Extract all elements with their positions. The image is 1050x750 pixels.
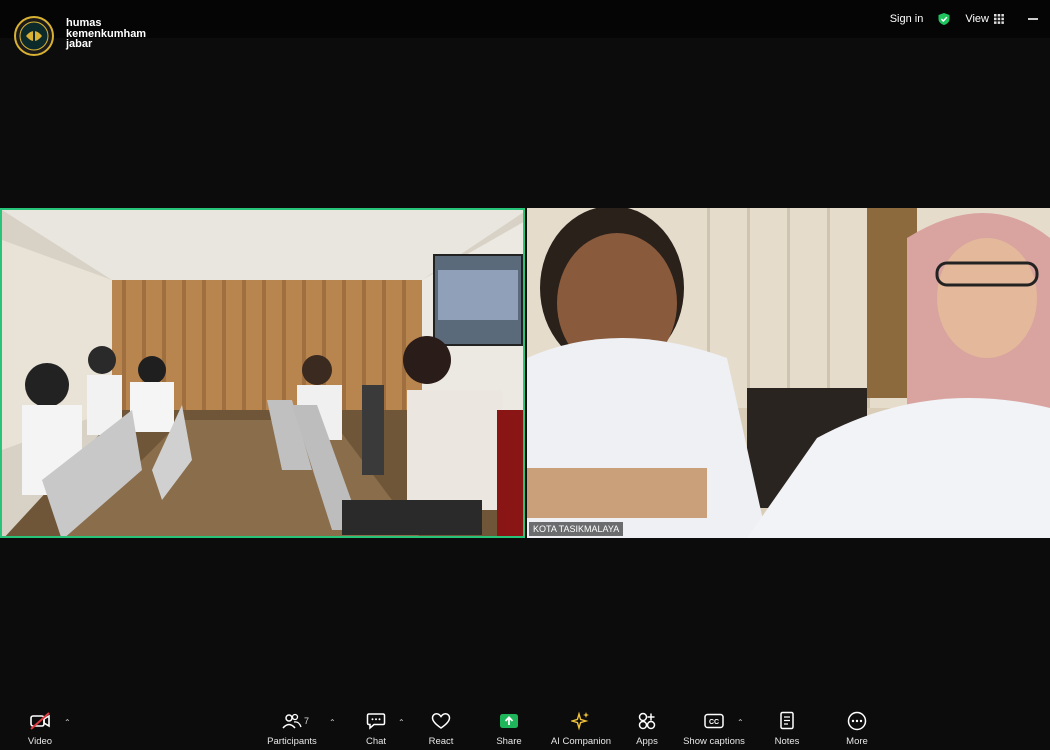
svg-text:CC: CC <box>709 719 719 726</box>
share-screen-icon <box>500 714 518 728</box>
show-captions-label: Show captions <box>683 736 745 747</box>
top-bar: humas kemenkumham jabar Sign in View <box>0 0 1050 56</box>
ai-companion-label: AI Companion <box>550 736 612 747</box>
meeting-toolbar: Video ⌃ Participants 7 ⌃ Chat ⌃ React Sh… <box>0 706 1050 750</box>
view-button[interactable]: View <box>965 13 1004 25</box>
video-button[interactable]: Video <box>22 706 58 750</box>
participant-name-tag: KOTA TASIKMALAYA <box>529 522 624 536</box>
ai-companion-button[interactable]: AI Companion <box>550 706 612 750</box>
apps-button[interactable]: Apps <box>633 706 661 750</box>
apps-icon <box>638 712 656 730</box>
captions-options-caret-icon[interactable]: ⌃ <box>737 718 744 727</box>
sign-in-link[interactable]: Sign in <box>890 13 924 25</box>
notes-label: Notes <box>774 736 800 747</box>
more-button[interactable]: More <box>842 706 872 750</box>
more-icon <box>847 711 867 731</box>
participants-icon <box>282 713 302 729</box>
participants-label: Participants <box>267 736 317 747</box>
share-label: Share <box>496 736 522 747</box>
heart-icon <box>431 713 451 729</box>
notes-button[interactable]: Notes <box>772 706 802 750</box>
apps-label: Apps <box>636 736 658 747</box>
shield-check-icon[interactable] <box>937 12 951 26</box>
participants-button[interactable]: Participants <box>266 706 318 750</box>
show-captions-button[interactable]: CC Show captions <box>682 706 746 750</box>
participants-options-caret-icon[interactable]: ⌃ <box>329 718 336 727</box>
more-label: More <box>846 736 868 747</box>
org-logo-icon <box>14 16 54 56</box>
chat-button[interactable]: Chat <box>362 706 390 750</box>
meeting-room-video <box>2 210 523 536</box>
notes-icon <box>780 711 794 730</box>
video-options-caret-icon[interactable]: ⌃ <box>64 718 71 727</box>
grid-icon <box>994 14 1004 24</box>
top-right-controls: Sign in View <box>890 0 1050 38</box>
video-off-icon <box>30 712 50 730</box>
video-label: Video <box>27 736 53 747</box>
chat-options-caret-icon[interactable]: ⌃ <box>398 718 405 727</box>
participant-video <box>527 208 1050 538</box>
org-name: humas kemenkumham jabar <box>66 17 147 50</box>
chat-label: Chat <box>365 736 387 747</box>
view-label: View <box>965 13 989 25</box>
react-label: React <box>428 736 454 747</box>
closed-captions-icon: CC <box>704 713 724 729</box>
share-button[interactable]: Share <box>493 706 525 750</box>
react-button[interactable]: React <box>425 706 457 750</box>
video-tile-meeting-room[interactable] <box>0 208 525 538</box>
video-tile-kota-tasikmalaya[interactable]: KOTA TASIKMALAYA <box>527 208 1050 538</box>
minimize-icon[interactable] <box>1028 18 1038 20</box>
participants-count: 7 <box>304 716 310 726</box>
ai-sparkle-icon <box>571 711 589 731</box>
chat-icon <box>366 713 386 730</box>
